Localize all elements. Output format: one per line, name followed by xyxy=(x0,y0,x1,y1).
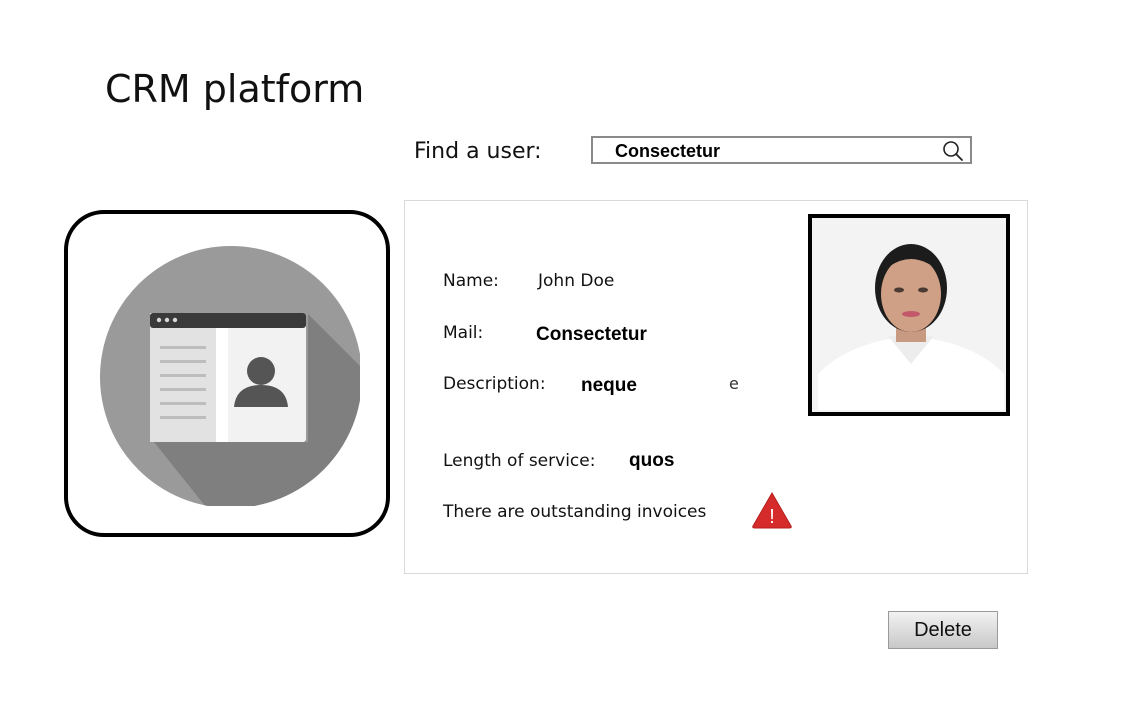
contact-card-frame xyxy=(64,210,390,537)
name-label: Name: xyxy=(443,271,499,291)
mail-label: Mail: xyxy=(443,323,484,343)
mail-value: Consectetur xyxy=(536,324,647,345)
search-box[interactable] xyxy=(591,136,972,164)
description-trailing-text: e xyxy=(729,374,739,393)
page-title: CRM platform xyxy=(105,67,365,111)
warning-symbol: ! xyxy=(769,506,775,528)
user-photo xyxy=(818,224,1004,410)
search-icon[interactable] xyxy=(942,140,964,162)
user-photo-frame xyxy=(808,214,1010,416)
contact-card-icon xyxy=(100,246,360,506)
search-input[interactable] xyxy=(615,140,935,162)
description-value: neque xyxy=(581,375,637,396)
name-value: John Doe xyxy=(538,271,615,291)
description-label: Description: xyxy=(443,374,546,394)
delete-button[interactable]: Delete xyxy=(888,611,998,649)
warning-icon: ! xyxy=(752,491,792,529)
find-user-label: Find a user: xyxy=(414,139,542,164)
length-of-service-label: Length of service: xyxy=(443,451,596,471)
length-of-service-value: quos xyxy=(629,450,675,471)
outstanding-invoices-notice: There are outstanding invoices xyxy=(443,502,707,522)
